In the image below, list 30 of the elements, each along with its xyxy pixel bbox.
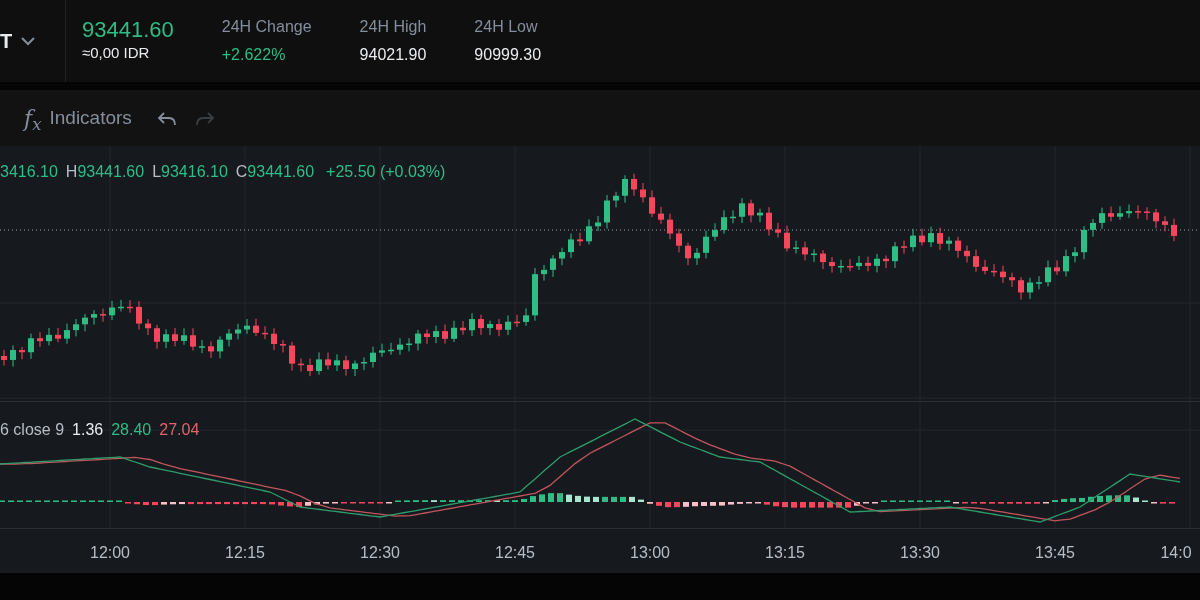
stat-value: 94021.90 (359, 45, 427, 65)
stat-label: 24H Change (221, 17, 312, 37)
indicator-value: 28.40 (111, 420, 152, 440)
function-icon: f$_{x}$ (24, 101, 42, 135)
indicator-value: 1.36 (72, 420, 104, 440)
indicator-params: 6 close 9 (0, 420, 65, 440)
time-label: 13:00 (630, 543, 670, 563)
price-change: +25.50 (+0.03%) (326, 162, 446, 182)
stat-value: +2.622% (221, 45, 287, 65)
time-label: 12:30 (360, 543, 400, 563)
time-label: 13:15 (765, 543, 805, 563)
ohlc-value: 3416.10 (0, 162, 58, 182)
stat-label: 24H Low (474, 17, 539, 37)
indicator-value: 27.04 (159, 420, 200, 440)
time-label: 14:0 (1160, 543, 1192, 563)
time-label: 12:00 (90, 543, 130, 563)
ohlc-value: L93416.10 (152, 162, 228, 182)
time-label: 13:30 (900, 543, 940, 563)
last-price: 93441.60 (82, 17, 174, 42)
ohlc-value: C93441.60 (235, 162, 315, 182)
stat-label: 24H High (359, 17, 427, 37)
stat-value: 90999.30 (474, 45, 542, 65)
fiat-price: ≈0,00 IDR (82, 42, 151, 63)
ohlc-value: H93441.60 (65, 162, 145, 182)
chevron-down-icon (20, 36, 37, 46)
time-label: 12:15 (225, 543, 265, 563)
indicators-button[interactable]: f$_{x}$ Indicators (24, 101, 132, 135)
symbol-selector[interactable]: T (0, 0, 66, 82)
time-label: 12:45 (495, 543, 535, 563)
time-label: 13:45 (1035, 543, 1075, 563)
